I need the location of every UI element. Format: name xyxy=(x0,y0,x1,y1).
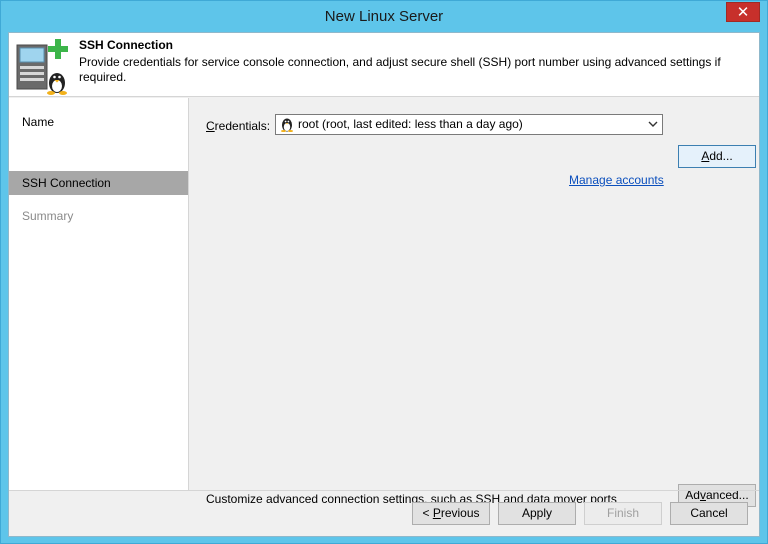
credentials-dropdown[interactable]: root (root, last edited: less than a day… xyxy=(275,114,663,135)
cancel-button[interactable]: Cancel xyxy=(670,502,748,525)
wizard-window: New Linux Server ✕ SSH Connection Provid… xyxy=(0,0,768,544)
add-button-text: dd... xyxy=(709,149,733,163)
previous-button-accesskey: P xyxy=(432,506,441,520)
previous-button-prefix: < xyxy=(422,506,433,520)
close-button[interactable]: ✕ xyxy=(726,2,760,22)
linux-tux-icon xyxy=(281,118,293,132)
linux-server-add-icon xyxy=(16,39,68,95)
wizard-client-area: SSH Connection Provide credentials for s… xyxy=(8,32,760,537)
step-content: Credentials: root (root, last edited: le… xyxy=(190,98,759,507)
add-credentials-button[interactable]: Add... xyxy=(678,145,756,168)
credentials-label-accesskey: C xyxy=(206,119,215,133)
sidebar-item-ssh-connection[interactable]: SSH Connection xyxy=(9,171,188,195)
footer-divider xyxy=(9,490,759,491)
title-bar[interactable]: New Linux Server ✕ xyxy=(1,1,767,32)
wizard-steps-sidebar: Name SSH Connection Summary xyxy=(9,98,189,490)
credentials-label: Credentials: xyxy=(206,119,270,133)
step-title: SSH Connection xyxy=(79,38,174,52)
previous-button[interactable]: < Previous xyxy=(412,502,490,525)
finish-button: Finish xyxy=(584,502,662,525)
apply-button[interactable]: Apply xyxy=(498,502,576,525)
sidebar-item-name[interactable]: Name xyxy=(9,110,188,134)
sidebar-item-summary: Summary xyxy=(22,209,74,223)
credentials-selected-value: root (root, last edited: less than a day… xyxy=(298,117,523,131)
manage-accounts-link[interactable]: Manage accounts xyxy=(569,173,664,187)
previous-button-text: revious xyxy=(440,506,480,520)
window-title: New Linux Server xyxy=(324,8,444,25)
wizard-header: SSH Connection Provide credentials for s… xyxy=(9,33,759,97)
credentials-label-text: redentials: xyxy=(214,119,271,133)
chevron-down-icon[interactable] xyxy=(648,115,658,134)
step-description: Provide credentials for service console … xyxy=(79,55,721,84)
